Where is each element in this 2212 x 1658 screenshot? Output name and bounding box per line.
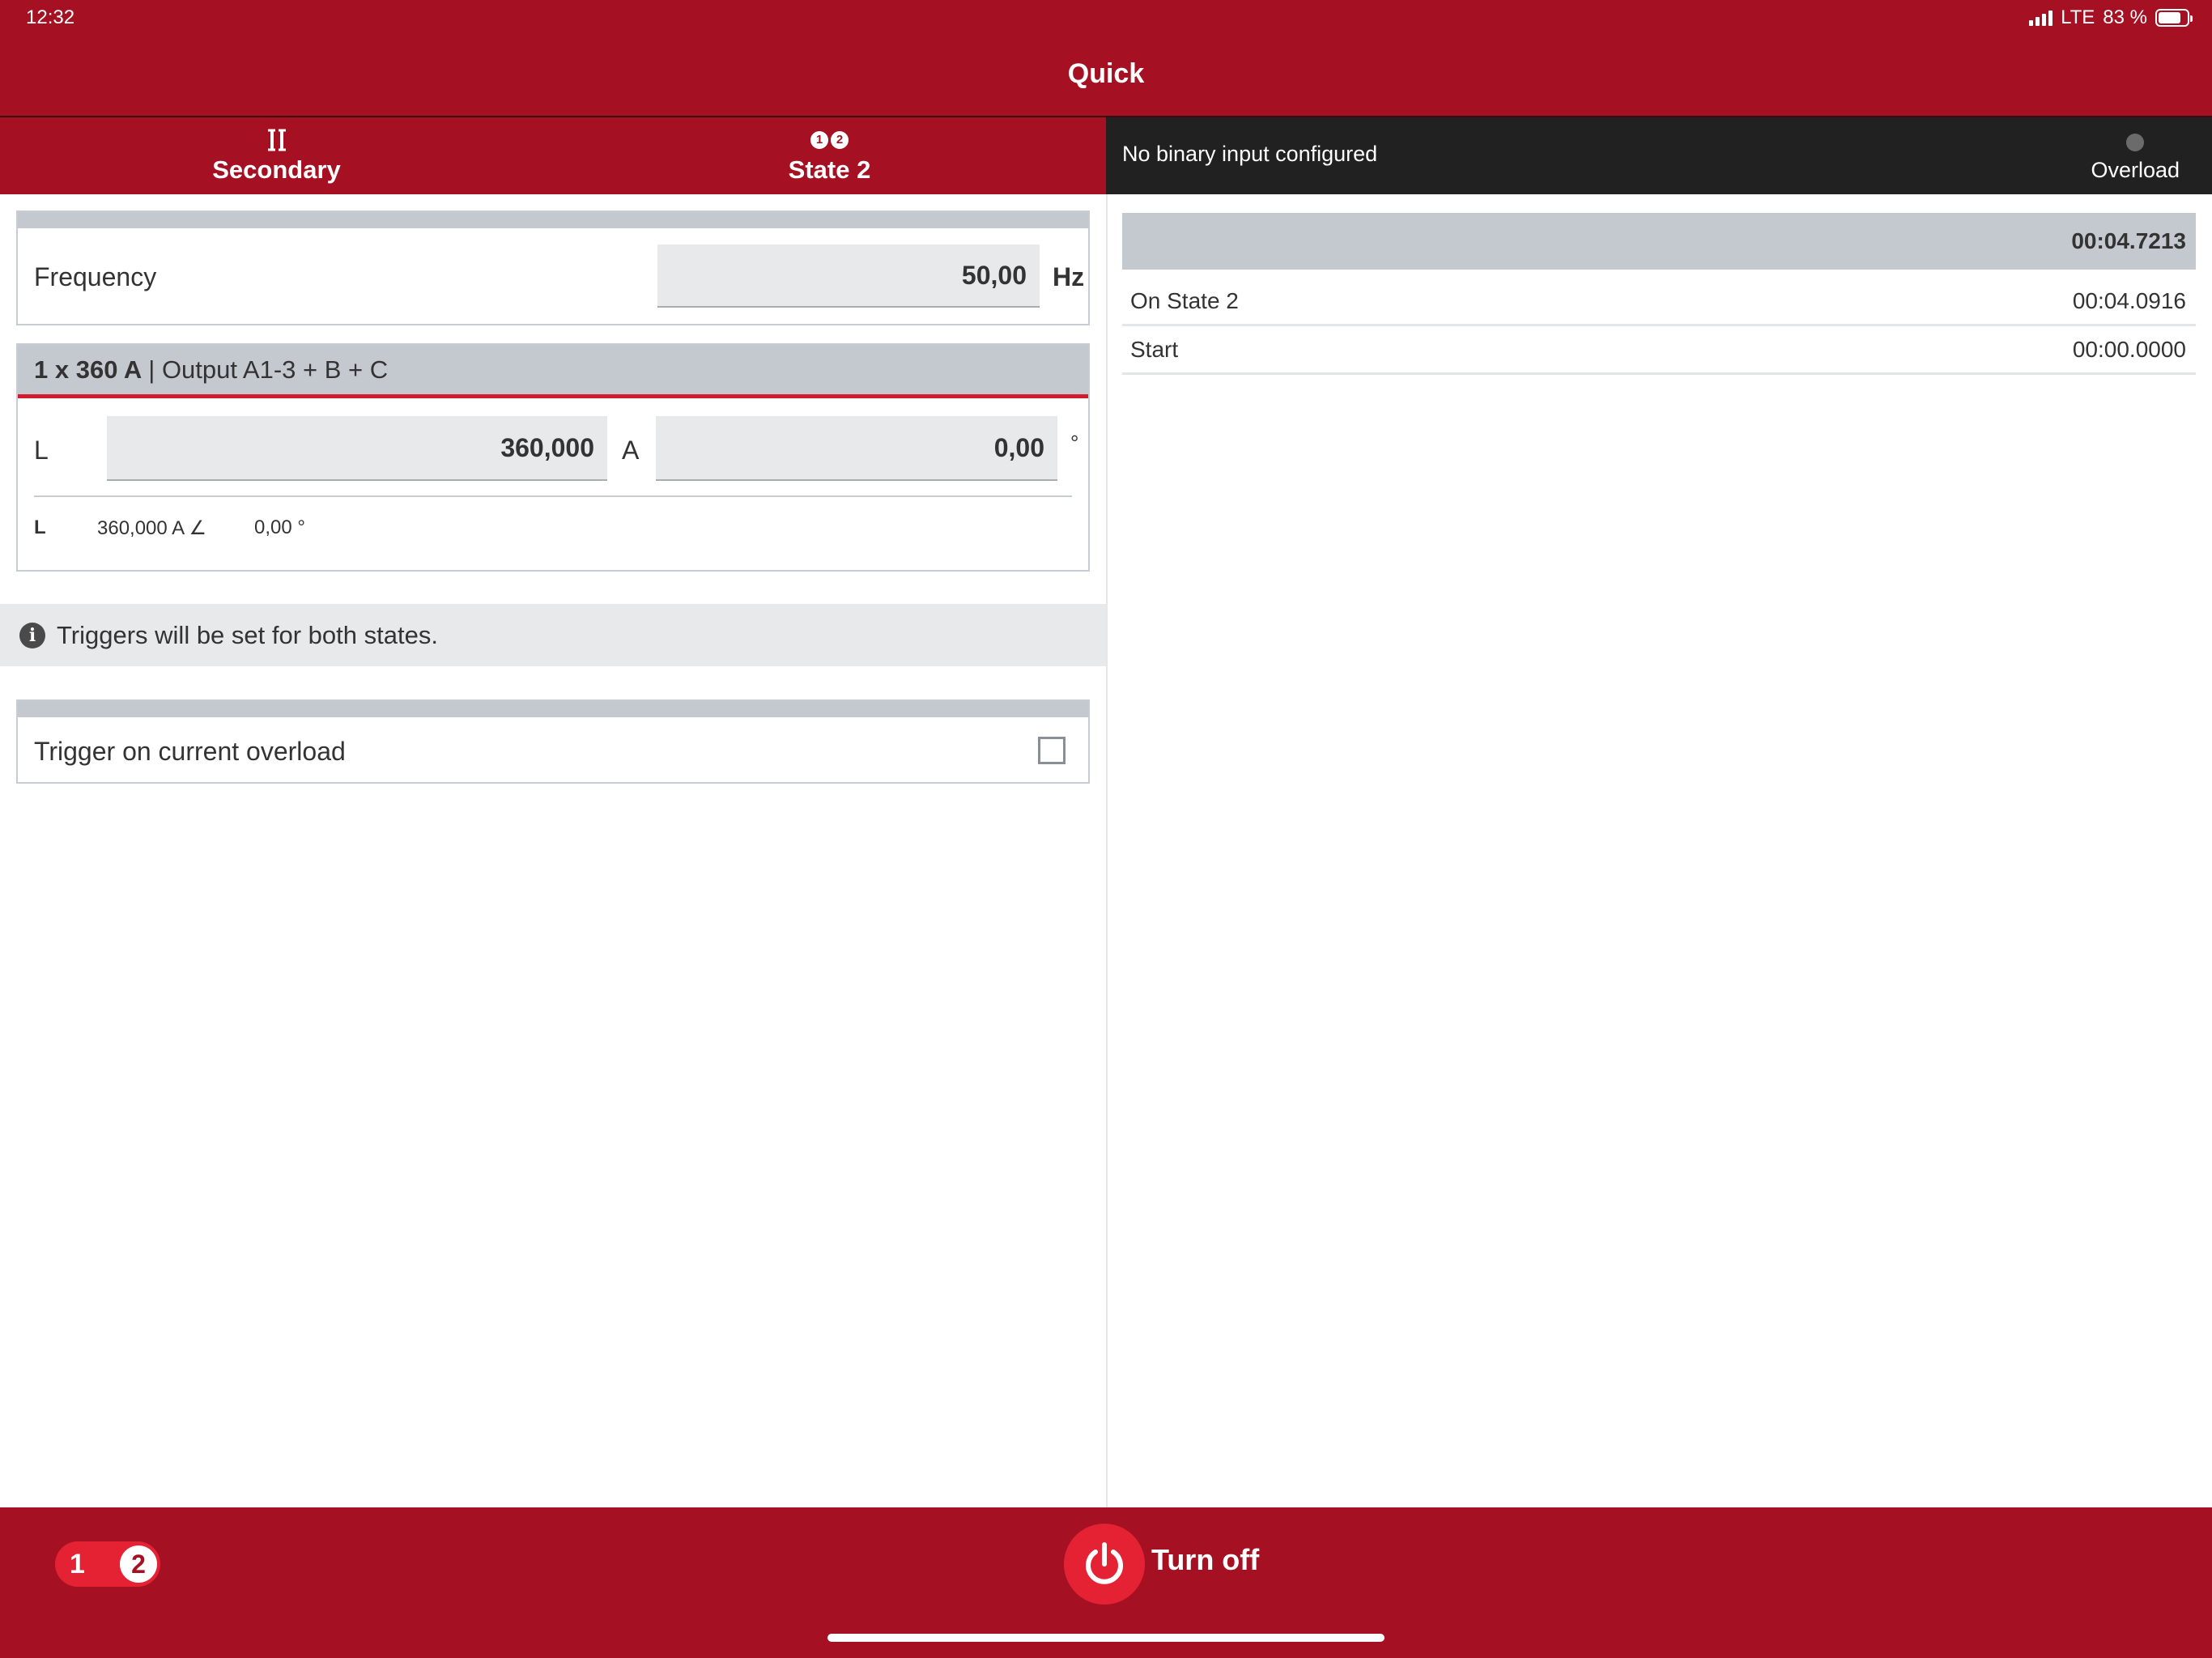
page-title: Quick xyxy=(1067,58,1145,89)
state-numbers-icon: 1 2 xyxy=(810,128,849,152)
battery-icon xyxy=(2155,9,2193,27)
log-row-label: On State 2 xyxy=(1130,287,1239,313)
state-dot-2: 2 xyxy=(831,130,849,149)
tab-secondary-label: Secondary xyxy=(212,155,341,184)
card-header-strip xyxy=(18,701,1088,717)
power-button[interactable] xyxy=(1064,1524,1145,1605)
output-separator xyxy=(34,495,1072,497)
output-row-label: L xyxy=(34,436,49,465)
binary-input-message: No binary input configured xyxy=(1122,142,1378,166)
log-row-time: 00:04.0916 xyxy=(2072,287,2186,313)
summary-phase: 0,00 ° xyxy=(254,517,305,538)
output-description: | Output A1-3 + B + C xyxy=(148,355,389,384)
output-rating: 1 x 360 A xyxy=(34,355,143,384)
phase-unit: ° xyxy=(1070,431,1079,455)
binary-input-bar: No binary input configured Overload xyxy=(1106,117,2212,194)
state-toggle[interactable]: 1 2 xyxy=(55,1541,160,1587)
log-row: On State 2 00:04.0916 xyxy=(1122,278,2196,326)
bottom-bar: 1 2 Turn off xyxy=(0,1507,2212,1658)
tab-state-2-label: State 2 xyxy=(788,155,871,184)
trigger-overload-checkbox[interactable] xyxy=(1038,737,1066,764)
trigger-card: Trigger on current overload xyxy=(16,699,1090,784)
tab-secondary[interactable]: Secondary xyxy=(0,117,553,194)
overload-label: Overload xyxy=(2091,158,2180,182)
frequency-input[interactable]: 50,00 xyxy=(657,244,1040,308)
trigger-notice: i Triggers will be set for both states. xyxy=(0,604,1106,666)
card-header-strip xyxy=(18,212,1088,228)
home-indicator[interactable] xyxy=(827,1634,1385,1642)
amplitude-input[interactable]: 360,000 xyxy=(107,416,607,481)
trigger-notice-text: Triggers will be set for both states. xyxy=(57,620,438,649)
elapsed-time-bar: 00:04.7213 xyxy=(1122,213,2196,270)
turn-off-button[interactable]: Turn off xyxy=(1151,1543,1259,1577)
tab-state-2[interactable]: 1 2 State 2 xyxy=(553,117,1106,194)
frequency-label: Frequency xyxy=(34,262,157,291)
frequency-card: Frequency 50,00 Hz xyxy=(16,210,1090,325)
state-toggle-two: 2 xyxy=(120,1545,157,1583)
overload-led-icon xyxy=(2126,134,2145,151)
log-row-label: Start xyxy=(1130,336,1179,362)
mode-tabs: Secondary 1 2 State 2 xyxy=(0,117,1106,194)
elapsed-time: 00:04.7213 xyxy=(2071,228,2186,253)
state-toggle-one: 1 xyxy=(70,1548,85,1579)
network-type: LTE xyxy=(2061,6,2095,28)
output-header: 1 x 360 A | Output A1-3 + B + C xyxy=(18,345,1088,398)
log-row-time: 00:00.0000 xyxy=(2072,336,2186,362)
output-card: 1 x 360 A | Output A1-3 + B + C L 360,00… xyxy=(16,343,1090,572)
info-icon: i xyxy=(19,622,45,648)
power-icon xyxy=(1086,1542,1123,1584)
frequency-unit: Hz xyxy=(1053,262,1085,291)
summary-label: L xyxy=(34,517,46,538)
top-bar: 12:32 LTE 83 % Quick xyxy=(0,0,2212,117)
transformer-icon xyxy=(265,128,289,152)
battery-percent: 83 % xyxy=(2103,6,2147,28)
signal-icon xyxy=(2029,10,2053,26)
panel-divider xyxy=(1106,194,1108,1507)
status-time: 12:32 xyxy=(26,6,75,28)
amplitude-unit: A xyxy=(622,436,640,465)
summary-amplitude: 360,000 A ∠ xyxy=(97,517,206,539)
state-dot-1: 1 xyxy=(810,130,828,149)
phase-input[interactable]: 0,00 xyxy=(656,416,1057,481)
status-indicators: LTE 83 % xyxy=(2029,6,2193,29)
log-row: Start 00:00.0000 xyxy=(1122,326,2196,375)
overload-indicator: Overload xyxy=(2091,134,2180,183)
trigger-overload-label: Trigger on current overload xyxy=(34,737,346,766)
